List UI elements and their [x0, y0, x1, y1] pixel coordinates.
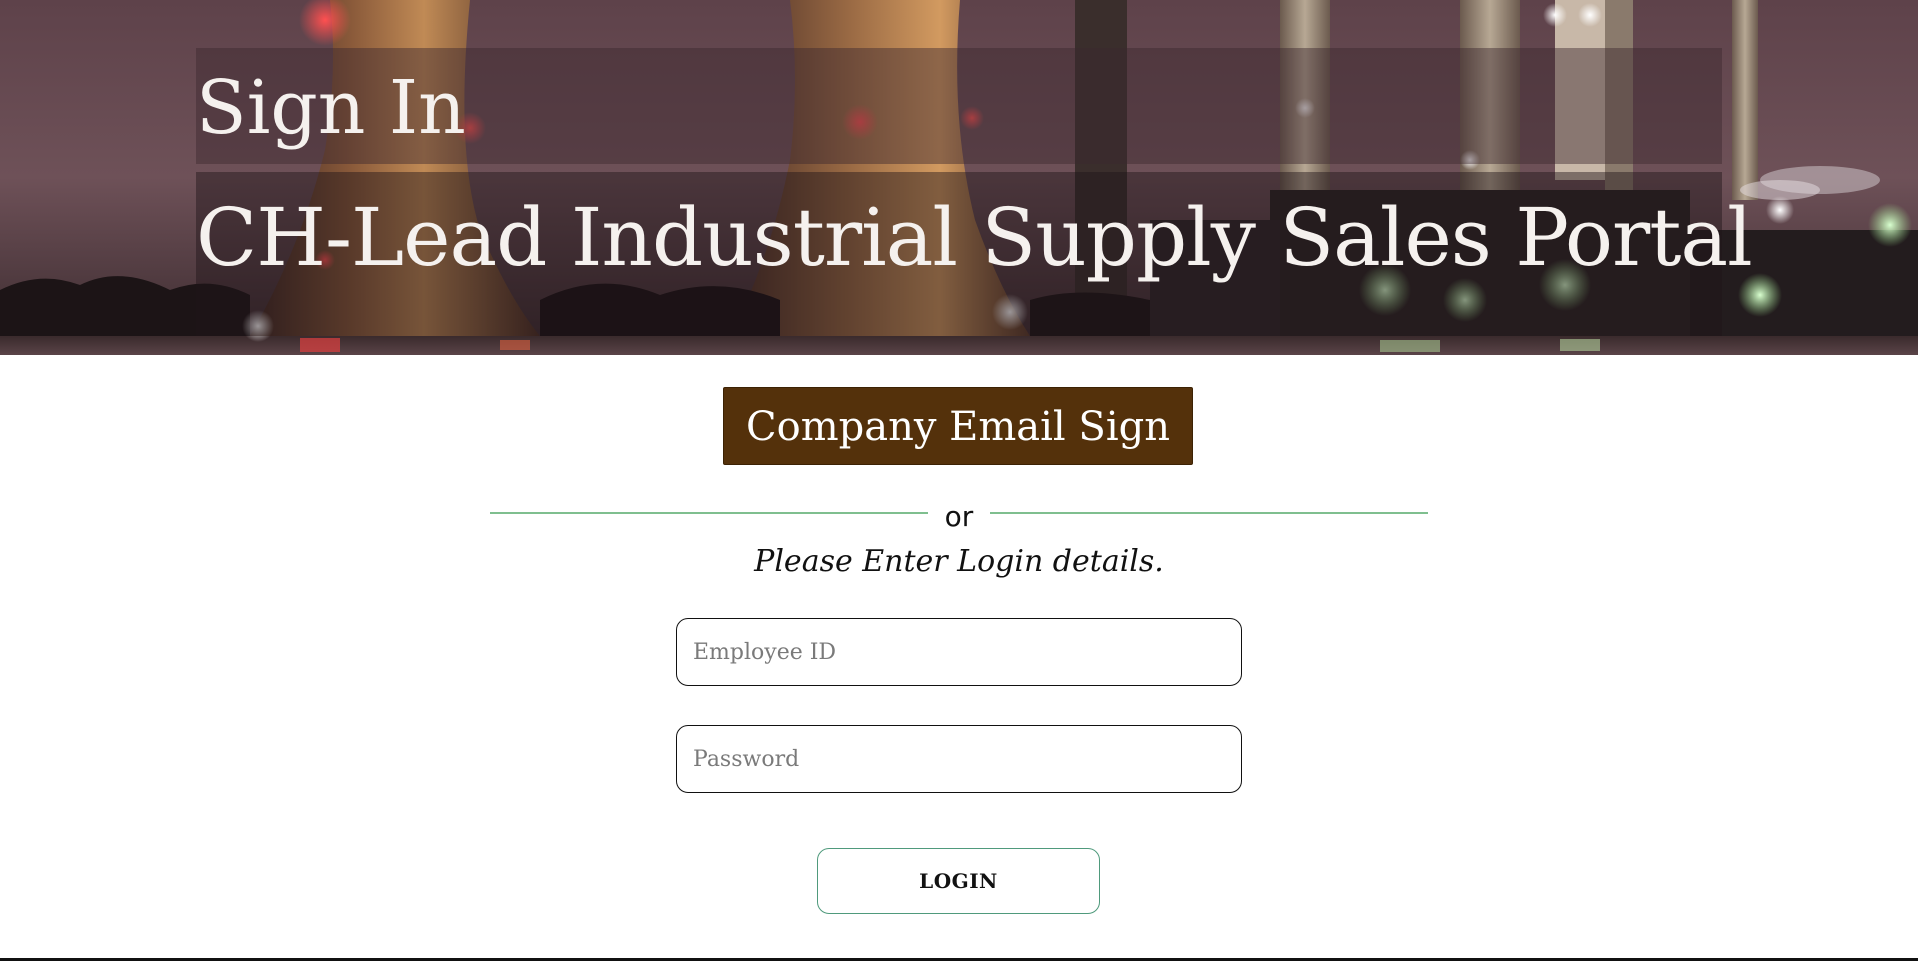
login-instructions: Please Enter Login details.: [754, 544, 1164, 579]
separator-line-left: [490, 512, 928, 514]
separator-line-right: [990, 512, 1428, 514]
or-separator-text: or: [944, 500, 974, 533]
login-button[interactable]: LOGIN: [817, 848, 1100, 914]
company-email-sign-in-button[interactable]: Company Email Sign In: [723, 387, 1193, 528]
sign-in-page: Sign In CH-Lead Industrial Supply Sales …: [0, 0, 1918, 961]
password-input[interactable]: [676, 725, 1242, 793]
employee-id-input[interactable]: [676, 618, 1242, 686]
page-title: Sign In: [196, 65, 466, 151]
hero-banner: Sign In CH-Lead Industrial Supply Sales …: [0, 0, 1918, 355]
portal-name: CH-Lead Industrial Supply Sales Portal: [196, 191, 1753, 284]
